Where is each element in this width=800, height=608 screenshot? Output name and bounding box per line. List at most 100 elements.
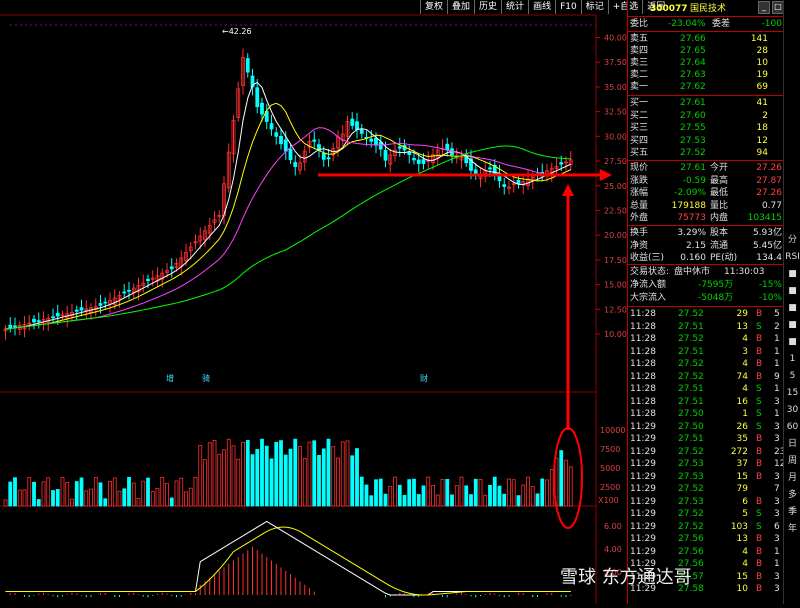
kline-chart-svg[interactable]: 40.00 37.50 35.00 32.50 30.00 27.50 25.00 22.50… [0,0,627,604]
rail-item[interactable]: 60 [784,420,800,434]
tick-volume: 37 [736,459,748,469]
rail-item[interactable]: 1 [784,352,800,366]
volume-bar [127,477,131,507]
price-candle [516,180,521,185]
tick-row: 11:29 27.53 15 B 3 [628,471,784,483]
tick-price: 27.52 [678,309,704,319]
macd-dif-line [5,520,571,596]
tick-row: 11:29 27.52 79 7 [628,483,784,495]
volume-bar [530,486,535,507]
volume-bar [241,442,245,507]
tick-volume: 4 [742,559,748,569]
stats-value-2: 5.45亿 [752,240,782,251]
rail-item[interactable]: 15 [784,386,800,400]
rail-item[interactable]: 年 [784,522,800,536]
toolbar-stats-button[interactable]: 统计 [501,0,528,14]
volume-bar [3,499,8,507]
quote-value-2: 103415 [747,213,782,223]
tick-direction: S [756,521,762,532]
rail-item[interactable]: 日 [784,437,800,451]
rail-item[interactable]: 5 [784,369,800,383]
price-tick-label: 12.50 [604,305,627,314]
toolbar-drawline-button[interactable]: 画线 [528,0,555,14]
quote-panel: 300077 国民技术 委比 -23.04% 委差 -100 卖五 27.66 14… [627,0,785,604]
tick-time: 11:28 [630,409,656,419]
quote-value-2: 27.87 [756,175,782,186]
rail-item[interactable]: RSI [784,250,800,264]
toolbar-fuquan-button[interactable]: 复权 [420,0,447,14]
tick-count: 9 [774,371,780,382]
volume-bar [22,489,27,507]
volume-bar [483,494,488,507]
rail-tool-icon[interactable]: ■ [784,284,800,298]
tick-time: 11:28 [630,321,656,332]
volume-bar [426,476,431,507]
price-candle [146,278,150,282]
weibi-label: 委比 [630,19,649,29]
volume-bar [174,480,179,507]
toolbar-mark-button[interactable]: 标记 [580,0,608,14]
rail-item[interactable]: 周 [784,454,800,468]
rail-tool-icon[interactable]: ■ [784,335,800,349]
toolbar-f10-button[interactable]: F10 [555,0,581,14]
price-candle [350,118,355,126]
kline-chart-area[interactable]: 40.00 37.50 35.00 32.50 30.00 27.50 25.00 22.50… [0,0,627,604]
rail-item[interactable]: 季 [784,505,800,519]
tick-time: 11:29 [630,546,656,557]
bid-volume: 18 [756,123,768,133]
tick-count: 3 [774,421,780,432]
volume-bar [41,481,46,507]
tick-price: 27.51 [678,346,704,357]
ask-volume: 28 [756,46,768,56]
event-marker: 财 [420,373,428,383]
rail-item[interactable]: 30 [784,403,800,417]
tick-direction: S [756,384,762,394]
rail-tool-icon[interactable]: ■ [784,318,800,332]
tick-time: 11:29 [630,496,656,507]
volume-bar [321,448,326,507]
volume-bar [207,442,212,507]
tick-count: 3 [774,509,780,519]
rail-tool-icon[interactable]: ■ [784,267,800,281]
volume-bar [8,481,13,507]
ma5-line [5,81,571,330]
price-candle [488,167,492,170]
price-candle [326,157,331,160]
volume-bar [155,488,160,507]
toolbar-history-button[interactable]: 历史 [474,0,501,14]
tick-direction: B [756,571,763,582]
volume-bar [117,490,122,507]
rail-item[interactable]: 分 [784,233,800,247]
quote-value-2: 27.26 [756,188,782,198]
rail-tool-icon[interactable]: ■ [784,301,800,315]
tick-price: 27.52 [678,359,704,369]
stock-title: 300077 国民技术 [628,3,784,15]
quote-label-2: 最低 [710,188,729,198]
tick-price: 27.51 [678,434,704,444]
stats-label-2: PE(动) [710,253,738,263]
rail-item[interactable]: 月 [784,471,800,485]
rail-item[interactable]: 多 [784,488,800,502]
volume-bar [27,477,32,507]
tick-price: 27.51 [678,396,704,407]
tick-time: 11:29 [630,434,656,444]
volume-bar [302,458,307,507]
tick-direction: B [756,359,763,369]
price-candle [374,137,378,146]
ask-label: 卖五 [630,34,649,44]
toolbar-overlay-button[interactable]: 叠加 [447,0,474,14]
tick-direction: B [756,496,763,507]
volume-bar [488,484,492,507]
tick-volume: 26 [736,421,748,432]
volume-bar [150,491,155,507]
price-candle [79,307,84,311]
price-candle [383,150,388,161]
volume-bar [440,479,445,507]
price-candle [559,162,564,165]
tick-direction: B [756,371,763,382]
price-candle [169,266,174,270]
volume-bar [17,489,22,507]
volume-bar [160,476,165,507]
bid-label: 买三 [630,123,649,133]
volume-bar [89,488,93,507]
